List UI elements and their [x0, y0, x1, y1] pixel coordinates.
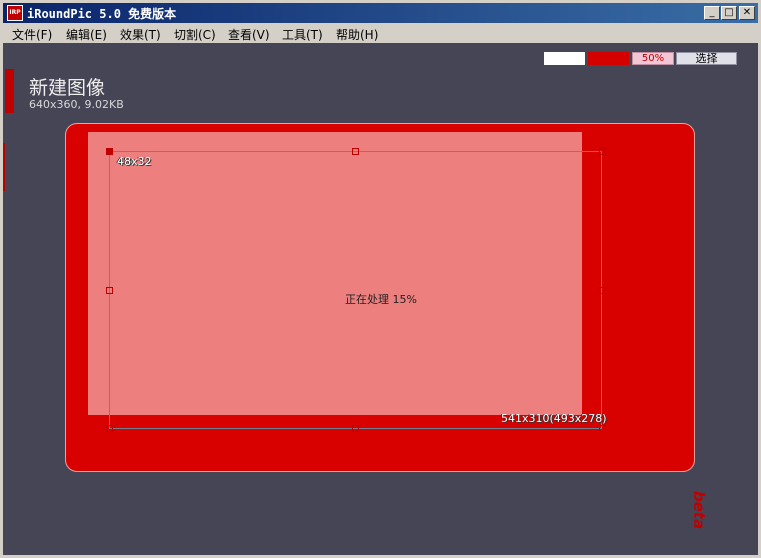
canvas-area[interactable]: 50% 选择 新建图像 640x360, 9.02KB 48x32 541x31… — [3, 43, 758, 555]
zoom-level[interactable]: 50% — [632, 52, 674, 65]
crop-selection[interactable] — [109, 151, 602, 429]
selection-handle-bottom-right[interactable] — [599, 425, 606, 432]
minimize-button[interactable]: _ — [704, 6, 720, 20]
selection-handle-bottom-left[interactable] — [106, 425, 113, 432]
menu-help[interactable]: 帮助(H) — [336, 26, 378, 42]
foreground-color-swatch[interactable] — [588, 52, 629, 65]
menu-bar: 文件(F) 编辑(E) 效果(T) 切割(C) 查看(V) 工具(T) 帮助(H… — [3, 23, 758, 43]
app-icon: IRP — [7, 5, 23, 21]
app-window: IRP iRoundPic 5.0 免费版本 _ □ ✕ 文件(F) 编辑(E)… — [0, 0, 761, 558]
menu-view[interactable]: 查看(V) — [228, 26, 270, 42]
menu-edit[interactable]: 编辑(E) — [66, 26, 107, 42]
document-title: 新建图像 — [29, 77, 106, 99]
selection-handle-top-right[interactable] — [599, 148, 606, 155]
selection-handle-top[interactable] — [352, 148, 359, 155]
menu-cut[interactable]: 切割(C) — [174, 26, 216, 42]
menu-effects[interactable]: 效果(T) — [120, 26, 161, 42]
menu-tools[interactable]: 工具(T) — [282, 26, 323, 42]
processing-status: 正在处理 15% — [345, 293, 417, 306]
title-bar[interactable]: IRP iRoundPic 5.0 免费版本 _ □ ✕ — [3, 3, 758, 23]
beta-badge: beta — [690, 491, 708, 530]
selection-handle-top-left[interactable] — [106, 148, 113, 155]
close-button[interactable]: ✕ — [739, 6, 755, 20]
background-color-swatch[interactable] — [544, 52, 585, 65]
selection-handle-left[interactable] — [106, 287, 113, 294]
side-accent — [5, 69, 14, 113]
selection-handle-bottom[interactable] — [352, 425, 359, 432]
window-title: iRoundPic 5.0 免费版本 — [27, 7, 177, 21]
select-button[interactable]: 选择 — [676, 52, 737, 65]
selection-size-label: 541x310(493x278) — [501, 412, 607, 425]
menu-file[interactable]: 文件(F) — [12, 26, 52, 42]
corner-radius-label: 48x32 — [117, 155, 152, 168]
side-accent-2 — [3, 143, 5, 191]
maximize-button[interactable]: □ — [721, 6, 737, 20]
selection-handle-right[interactable] — [599, 287, 606, 294]
document-meta: 640x360, 9.02KB — [29, 98, 124, 111]
